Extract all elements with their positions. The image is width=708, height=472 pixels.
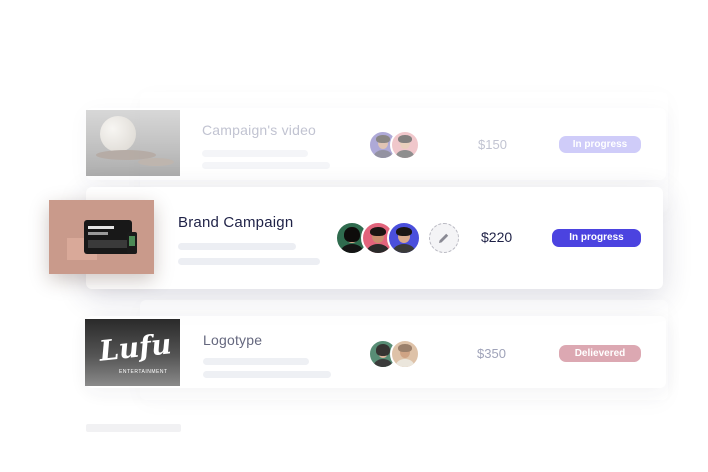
next-row-hint bbox=[86, 424, 181, 432]
pencil-icon bbox=[439, 233, 449, 243]
team-avatars bbox=[335, 221, 421, 255]
avatar-man-short-hair bbox=[390, 130, 420, 160]
team-avatars bbox=[368, 339, 420, 369]
status-badge-in-progress: In progress bbox=[552, 229, 641, 247]
status-badge-delivered: Delievered bbox=[559, 345, 641, 362]
placeholder-line bbox=[178, 243, 296, 250]
placeholder-line bbox=[202, 150, 308, 157]
team-avatars bbox=[368, 130, 420, 160]
add-member-button[interactable] bbox=[429, 223, 459, 253]
project-price: $350 bbox=[477, 346, 506, 361]
placeholder-line bbox=[202, 162, 330, 169]
placeholder-line bbox=[203, 358, 309, 365]
project-price: $150 bbox=[478, 137, 507, 152]
campaign-video-thumbnail bbox=[86, 110, 180, 176]
avatar-woman-blue-bg bbox=[387, 221, 421, 255]
status-badge-in-progress: In progress bbox=[559, 136, 641, 153]
project-card-brand-campaign[interactable]: Brand Campaign $220 In progress bbox=[86, 187, 663, 289]
logo-brand-text: Lufu bbox=[97, 327, 173, 368]
brand-campaign-thumbnail bbox=[49, 200, 154, 274]
project-title: Brand Campaign bbox=[178, 214, 294, 231]
avatar-man-beige-bg bbox=[390, 339, 420, 369]
placeholder-line bbox=[203, 371, 331, 378]
logo-brand-subtext: ENTERTAINMENT bbox=[119, 369, 168, 375]
placeholder-line bbox=[178, 258, 320, 265]
project-title: Logotype bbox=[203, 332, 263, 348]
project-price: $220 bbox=[481, 229, 513, 245]
logotype-thumbnail: Lufu ENTERTAINMENT bbox=[85, 319, 180, 386]
project-card-campaigns-video[interactable]: Campaign's video $150 In progress bbox=[86, 108, 666, 180]
project-title: Campaign's video bbox=[202, 122, 317, 138]
